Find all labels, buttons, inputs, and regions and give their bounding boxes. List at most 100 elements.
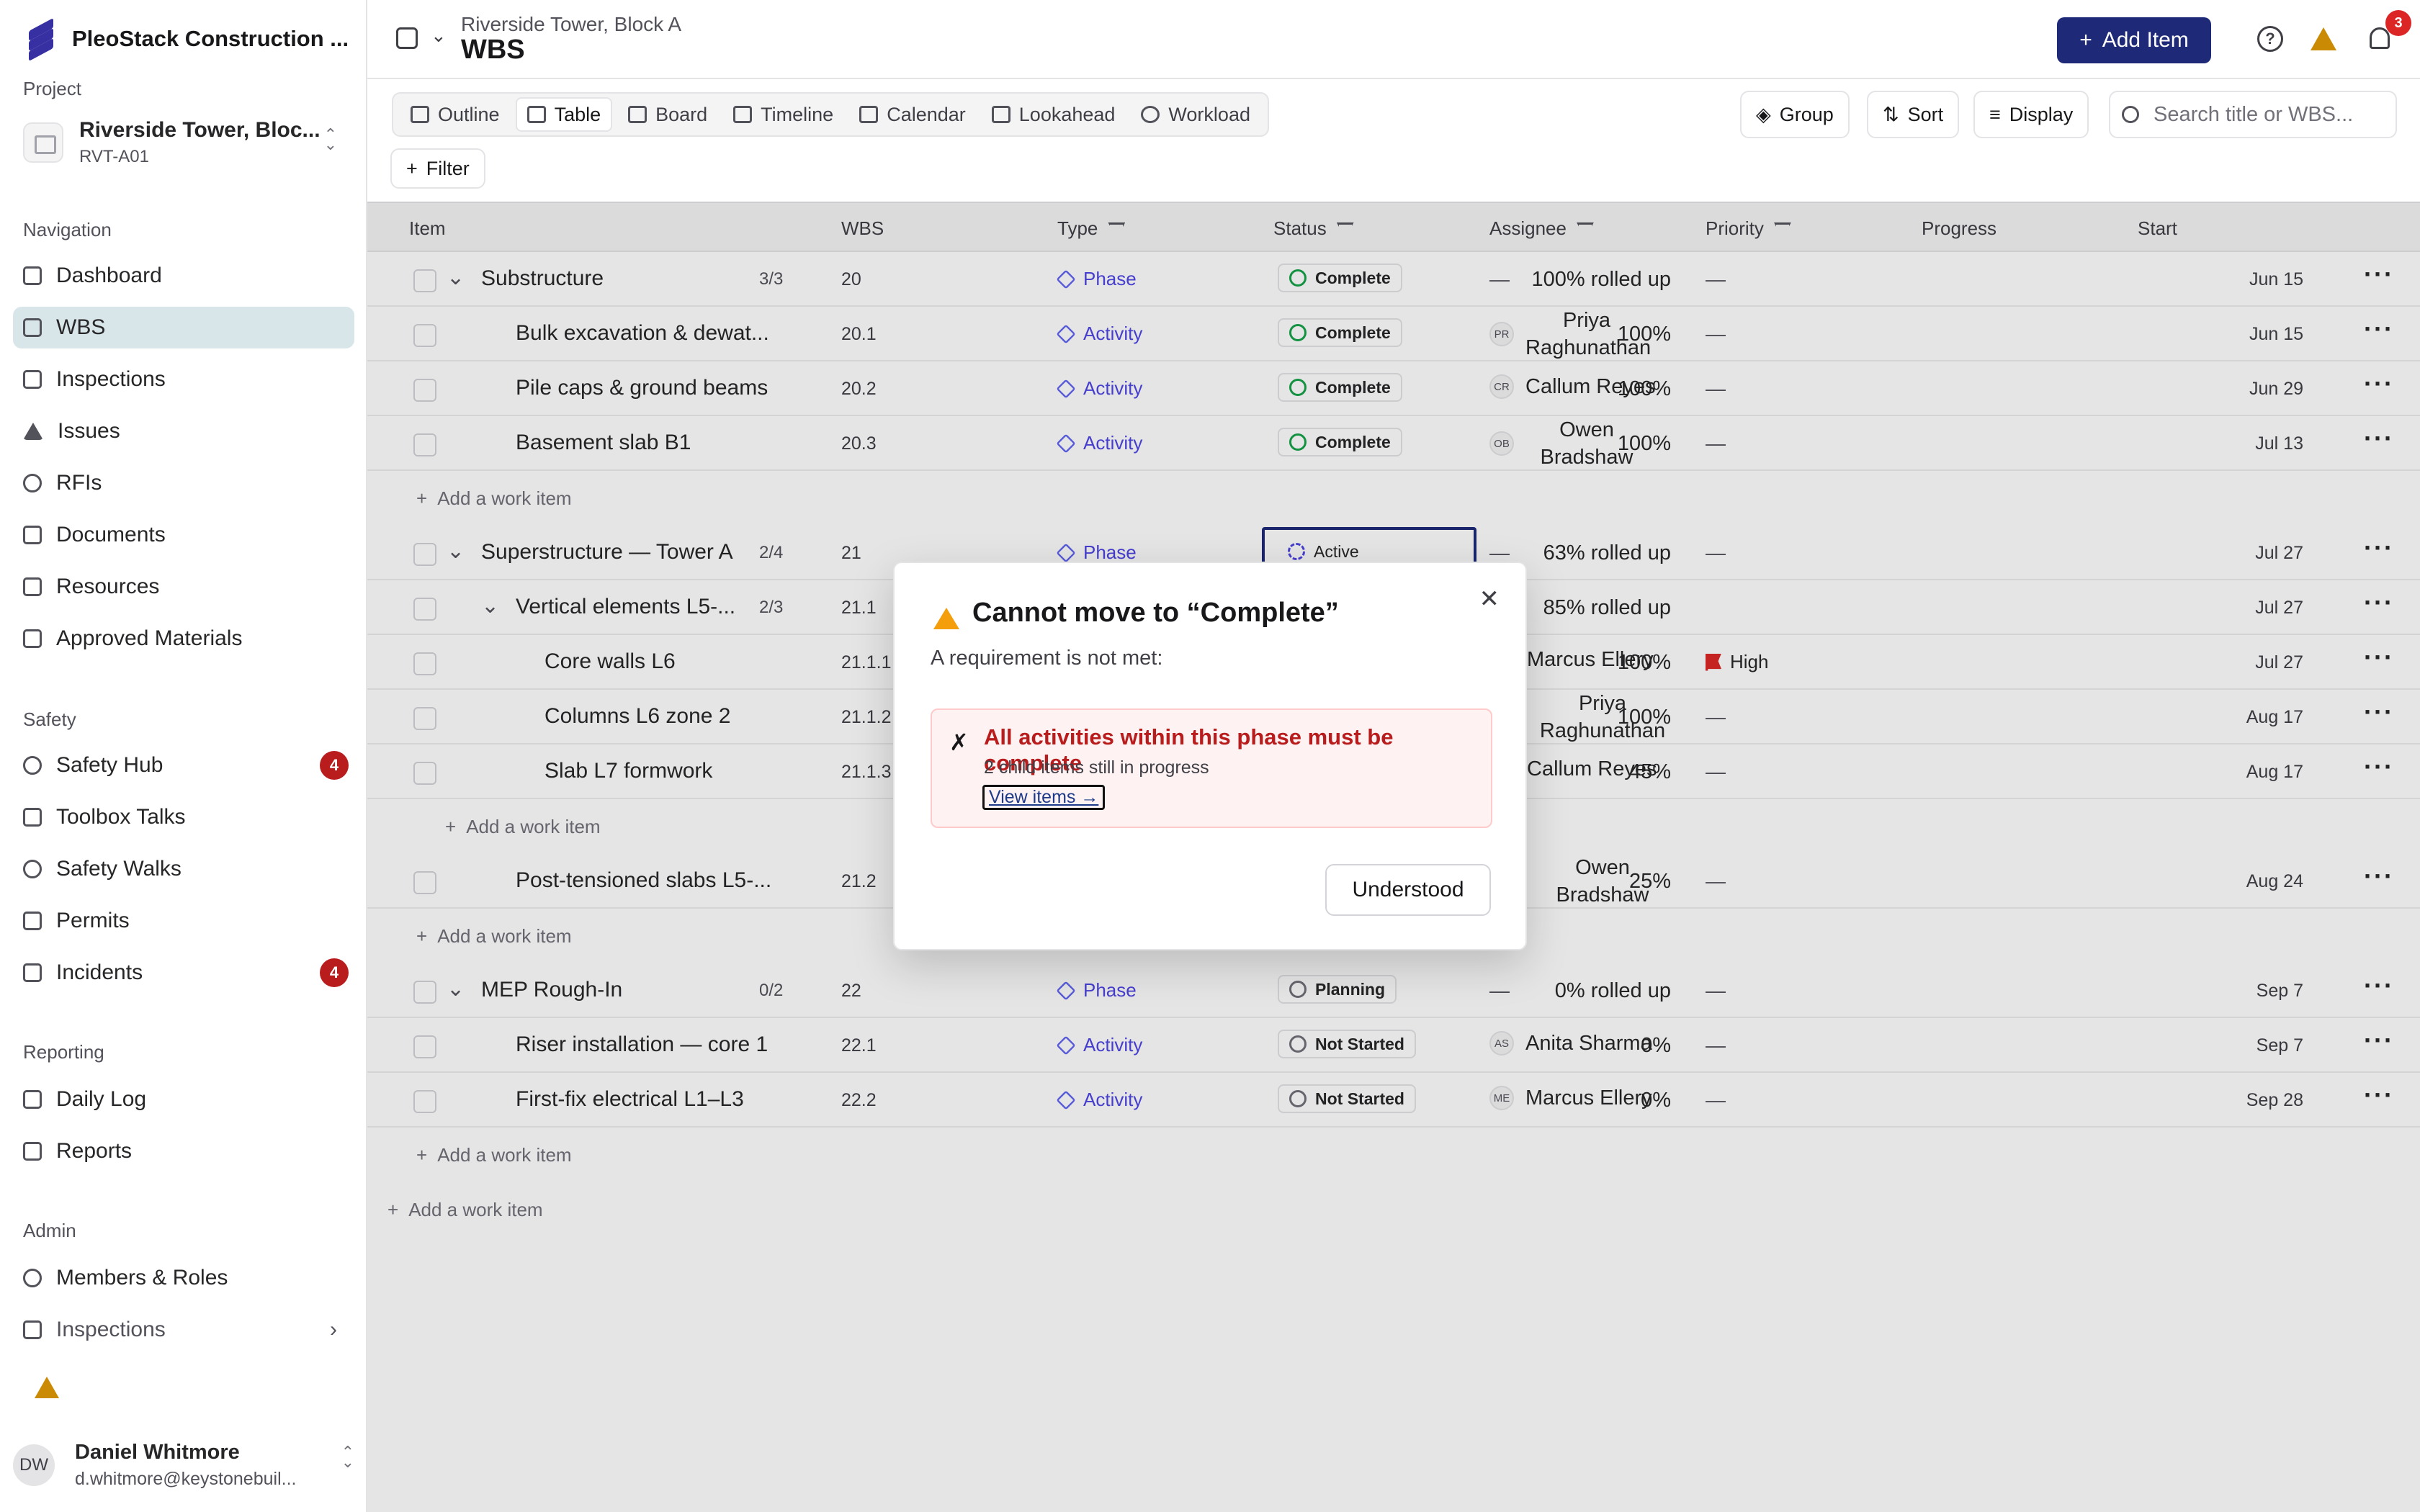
project-icon — [23, 122, 63, 163]
safety-hub-badge: 4 — [320, 751, 349, 780]
notification-badge: 3 — [2385, 10, 2411, 36]
nav-admin-inspections[interactable]: Inspections › — [13, 1309, 354, 1351]
footprints-icon — [23, 860, 42, 878]
tab-label: Timeline — [761, 103, 834, 125]
nav-approved-materials[interactable]: Approved Materials — [13, 618, 354, 660]
requirement-error: ✗ All activities within this phase must … — [931, 708, 1492, 828]
search-icon — [2122, 106, 2139, 123]
nav-reports[interactable]: Reports — [13, 1130, 354, 1172]
tab-label: Workload — [1168, 103, 1250, 125]
chevron-down-icon[interactable]: ⌄ — [431, 24, 447, 47]
calendar-icon — [859, 106, 879, 123]
reporting-section-label: Reporting — [23, 1041, 104, 1063]
nav-documents[interactable]: Documents — [13, 514, 354, 556]
tab-table[interactable]: Table — [515, 97, 613, 132]
close-icon[interactable]: ✕ — [1479, 585, 1500, 613]
nav-label: Inspections — [56, 1318, 166, 1341]
nav-label: Toolbox Talks — [56, 805, 186, 829]
add-item-button[interactable]: + Add Item — [2057, 17, 2211, 63]
nav-label: Daily Log — [56, 1087, 147, 1111]
table-icon — [526, 106, 546, 123]
warning-icon[interactable] — [35, 1377, 59, 1398]
search-input[interactable]: Search title or WBS... — [2109, 91, 2397, 138]
search-placeholder: Search title or WBS... — [2154, 102, 2354, 126]
nav-label: Approved Materials — [56, 626, 243, 650]
view-items-link[interactable]: View items → — [982, 785, 1106, 810]
nav-safety-walks[interactable]: Safety Walks — [13, 848, 354, 890]
sort-label: Sort — [1907, 103, 1944, 125]
sidebar: PleoStack Construction ... Project River… — [0, 0, 367, 1512]
nav-resources[interactable]: Resources — [13, 566, 354, 608]
nav-label: Documents — [56, 523, 166, 546]
nav-issues[interactable]: Issues — [13, 410, 354, 452]
tab-board[interactable]: Board — [618, 97, 717, 132]
bell-icon[interactable] — [2370, 27, 2390, 49]
timeline-icon — [733, 106, 753, 123]
tab-calendar[interactable]: Calendar — [849, 97, 976, 132]
warning-icon[interactable] — [2311, 27, 2336, 50]
nav-daily-log[interactable]: Daily Log — [13, 1079, 354, 1120]
nav-label: WBS — [56, 315, 106, 339]
tab-label: Table — [554, 103, 601, 125]
clipboard-icon — [23, 370, 42, 389]
chevron-up-down-icon: ⌃ ⌄ — [341, 1443, 354, 1471]
nav-label: Dashboard — [56, 264, 162, 287]
tab-timeline[interactable]: Timeline — [723, 97, 843, 132]
sidebar-toggle-icon[interactable] — [396, 27, 418, 49]
filter-label: Filter — [426, 157, 470, 179]
tab-outline[interactable]: Outline — [400, 97, 510, 132]
nav-rfis[interactable]: RFIs — [13, 462, 354, 504]
dialog-title: Cannot move to “Complete” — [972, 598, 1339, 628]
nav-wbs[interactable]: WBS — [13, 307, 354, 348]
calendar-range-icon — [991, 106, 1010, 123]
x-icon: ✗ — [949, 729, 969, 755]
users-icon — [1141, 106, 1160, 123]
top-bar: ⌄ Riverside Tower, Block A WBS + Add Item… — [367, 0, 2420, 79]
tab-workload[interactable]: Workload — [1131, 97, 1260, 132]
sort-button[interactable]: ⇅ Sort — [1867, 91, 1960, 138]
app-name: PleoStack Construction ... — [72, 26, 349, 51]
chevron-up-down-icon: ⌃ ⌄ — [323, 125, 337, 153]
user-menu[interactable]: DW Daniel Whitmore d.whitmore@keystonebu… — [13, 1433, 354, 1498]
understood-button[interactable]: Understood — [1325, 864, 1491, 916]
users-icon — [23, 1269, 42, 1287]
help-icon[interactable]: ? — [2257, 26, 2283, 52]
clipboard-check-icon — [23, 629, 42, 648]
plus-icon: + — [406, 157, 418, 179]
nav-inspections[interactable]: Inspections — [13, 359, 354, 400]
breadcrumb[interactable]: Riverside Tower, Block A — [461, 13, 681, 36]
nav-label: Members & Roles — [56, 1266, 228, 1290]
nav-label: Safety Hub — [56, 753, 163, 777]
group-button[interactable]: ◈ Group — [1740, 91, 1850, 138]
app-header[interactable]: PleoStack Construction ... — [26, 17, 349, 62]
hierarchy-icon — [23, 318, 42, 337]
nav-label: Incidents — [56, 960, 143, 984]
project-switcher[interactable]: Riverside Tower, Bloc... RVT-A01 ⌃ ⌄ — [23, 108, 347, 177]
nav-members-roles[interactable]: Members & Roles — [13, 1257, 354, 1299]
nav-incidents[interactable]: Incidents 4 — [13, 952, 354, 994]
nav-label: Permits — [56, 909, 130, 932]
nav-permits[interactable]: Permits — [13, 900, 354, 942]
add-item-label: Add Item — [2102, 28, 2189, 52]
app-logo-icon — [26, 17, 58, 62]
tab-label: Lookahead — [1018, 103, 1116, 125]
warning-icon — [933, 608, 959, 629]
shield-icon — [23, 963, 42, 982]
nav-label: Resources — [56, 575, 160, 598]
sliders-icon: ≡ — [1989, 103, 2001, 125]
display-button[interactable]: ≡ Display — [1973, 91, 2089, 138]
filter-button[interactable]: + Filter — [390, 148, 485, 189]
layers-icon: ◈ — [1756, 103, 1771, 125]
nav-toolbox-talks[interactable]: Toolbox Talks — [13, 796, 354, 838]
tab-lookahead[interactable]: Lookahead — [982, 97, 1126, 132]
page-title: WBS — [461, 35, 525, 65]
project-name: Riverside Tower, Bloc... — [79, 118, 321, 142]
project-code: RVT-A01 — [79, 147, 149, 166]
admin-section-label: Admin — [23, 1220, 76, 1241]
nav-label: Issues — [58, 419, 120, 443]
folder-icon — [23, 526, 42, 544]
nav-dashboard[interactable]: Dashboard — [13, 255, 354, 297]
nav-safety-hub[interactable]: Safety Hub 4 — [13, 744, 354, 786]
question-icon — [23, 474, 42, 492]
nav-label: Safety Walks — [56, 857, 182, 881]
